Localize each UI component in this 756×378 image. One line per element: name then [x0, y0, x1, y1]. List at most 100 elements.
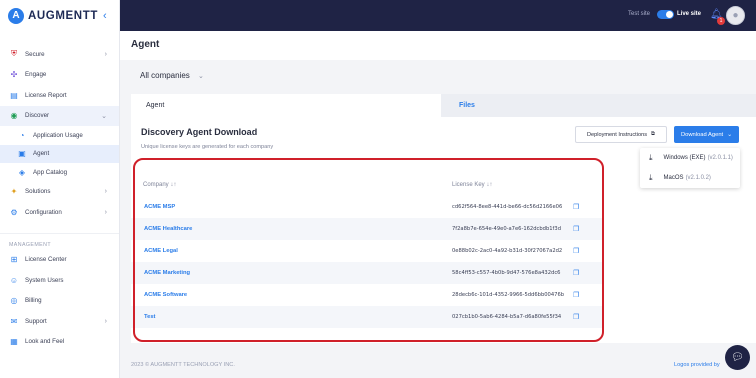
report-icon: ▤ [10, 90, 18, 100]
sidebar-item-label: Billing [25, 297, 42, 305]
sidebar-item-label: Discover [25, 112, 50, 120]
sidebar: A AUGMENTT ‹ ⛨ Secure › ✣ Engage ▤ Licen… [0, 0, 120, 378]
table-row: ACME Legal 0e88b02c-2ac0-4a92-b31d-30f27… [131, 240, 603, 262]
agent-icon: ▣ [18, 149, 26, 159]
copy-icon[interactable]: ❐ [573, 203, 579, 211]
tab-agent[interactable]: Agent [131, 94, 441, 117]
company-select-value: All companies [140, 71, 190, 80]
table-row: ACME Healthcare 7f2a8b7e-654e-49e0-a7e6-… [131, 218, 603, 240]
download-agent-label: Download Agent [680, 131, 724, 138]
brand-name: AUGMENTT [28, 9, 98, 22]
company-link[interactable]: ACME Software [144, 292, 187, 298]
chevron-right-icon: › [104, 317, 107, 325]
sidebar-item-label: Secure [25, 50, 45, 58]
license-key: 28decb6c-101d-4352-9966-5dd6bb00476b [452, 292, 565, 298]
card-title: Discovery Agent Download [141, 127, 258, 137]
sidebar-item-label: Engage [25, 71, 47, 79]
sidebar-item-label: App Catalog [33, 168, 68, 176]
copy-icon[interactable]: ❐ [573, 291, 579, 299]
solutions-icon: ✦ [10, 187, 18, 197]
topbar: Test site Live site 🔔︎ 1 ● [120, 0, 756, 31]
pie-icon: ◔ [19, 130, 25, 140]
sidebar-item-billing[interactable]: ◎ Billing [0, 291, 119, 312]
tabs: Agent Files [131, 94, 756, 117]
download-windows-option[interactable]: ⤓ Windows (EXE) (v2.0.1.1) [640, 148, 740, 168]
download-icon: ⤓ [649, 173, 653, 182]
download-icon: ⤓ [649, 153, 653, 162]
avatar[interactable]: ● [726, 6, 745, 25]
company-select[interactable]: All companies ⌄ [140, 71, 204, 80]
sidebar-item-label: System Users [25, 276, 64, 284]
shield-icon: ⛨ [11, 49, 17, 59]
company-link[interactable]: ACME MSP [144, 204, 175, 210]
col-key-header[interactable]: License Key ↓↑ [452, 182, 492, 188]
sidebar-item-label: Solutions [25, 188, 51, 196]
tab-files[interactable]: Files [441, 94, 756, 117]
chevron-right-icon: › [104, 208, 107, 216]
company-link[interactable]: ACME Marketing [144, 270, 190, 276]
sidebar-item-support[interactable]: ✉ Support › [0, 311, 119, 332]
sidebar-item-solutions[interactable]: ✦ Solutions › [0, 182, 119, 203]
sidebar-item-app-catalog[interactable]: ◈ App Catalog [0, 163, 119, 182]
chevron-right-icon: › [104, 50, 107, 58]
sidebar-nav: ⛨ Secure › ✣ Engage ▤ License Report ◉ D… [0, 31, 119, 352]
copy-icon[interactable]: ❐ [573, 225, 579, 233]
table-header: Company ↓↑ License Key ↓↑ [131, 173, 603, 196]
users-icon: ☺ [9, 275, 19, 285]
site-toggle[interactable] [657, 10, 674, 19]
table-row: ACME Software 28decb6c-101d-4352-9966-5d… [131, 284, 603, 306]
billing-icon: ◎ [10, 296, 18, 306]
brand[interactable]: A AUGMENTT ‹ [0, 0, 119, 31]
download-macos-option[interactable]: ⤓ MacOS (v2.1.0.2) [640, 168, 740, 188]
sidebar-item-secure[interactable]: ⛨ Secure › [0, 44, 119, 65]
sidebar-item-agent[interactable]: ▣ Agent [0, 144, 119, 163]
deployment-instructions-button[interactable]: Deployment Instructions ⧉ [575, 126, 667, 143]
chat-icon[interactable]: 💬︎ [725, 345, 750, 370]
table-row: ACME Marketing 58c4ff53-c557-4b0b-9d47-5… [131, 262, 603, 284]
sidebar-item-engage[interactable]: ✣ Engage [0, 65, 119, 86]
table-row: ACME MSP cd62f564-8ee8-441d-be66-dc56d21… [131, 196, 603, 218]
live-site-label: Live site [677, 11, 702, 17]
chevron-down-icon: ⌄ [198, 73, 204, 80]
license-key: 027cb1b0-5ab6-4284-b5a7-d6a80fe55f34 [452, 314, 562, 320]
sidebar-item-license-report[interactable]: ▤ License Report [0, 85, 119, 106]
sidebar-item-license-center[interactable]: ⊞ License Center [0, 250, 119, 271]
download-dropdown: ⤓ Windows (EXE) (v2.0.1.1) ⤓ MacOS (v2.1… [640, 148, 740, 188]
sidebar-item-label: Look and Feel [25, 338, 65, 346]
collapse-sidebar-icon[interactable]: ‹ [103, 10, 107, 22]
sidebar-item-label: Configuration [25, 208, 62, 216]
sidebar-item-label: Agent [33, 150, 50, 158]
sidebar-item-label: Support [25, 317, 47, 325]
option-label: Windows (EXE) [663, 155, 706, 161]
option-version: (v2.0.1.1) [707, 155, 733, 161]
download-agent-button[interactable]: Download Agent ⌄ [674, 126, 739, 143]
copy-icon[interactable]: ❐ [573, 247, 579, 255]
copy-icon[interactable]: ❐ [573, 269, 579, 277]
footer-copyright: 2023 © AUGMENTT TECHNOLOGY INC. [131, 362, 235, 368]
option-label: MacOS [663, 175, 684, 181]
footer-logos-link[interactable]: Logos provided by [674, 362, 720, 368]
company-link[interactable]: ACME Healthcare [144, 226, 192, 232]
sort-icon: ↓↑ [170, 181, 177, 188]
sidebar-item-label: License Report [25, 91, 67, 99]
sidebar-item-look-and-feel[interactable]: ▦ Look and Feel [0, 332, 119, 353]
copy-icon[interactable]: ❐ [573, 313, 579, 321]
deployment-instructions-label: Deployment Instructions [586, 131, 647, 138]
col-company-header[interactable]: Company ↓↑ [143, 182, 176, 188]
table-row: Test 027cb1b0-5ab6-4284-b5a7-d6a80fe55f3… [131, 306, 603, 328]
sidebar-item-discover[interactable]: ◉ Discover ⌄ [0, 105, 119, 126]
sidebar-item-label: License Center [25, 256, 67, 264]
company-link[interactable]: Test [144, 314, 156, 320]
support-icon: ✉ [10, 316, 18, 326]
sidebar-item-application-usage[interactable]: ◔ Application Usage [0, 126, 119, 145]
look-icon: ▦ [10, 337, 18, 347]
company-link[interactable]: ACME Legal [144, 248, 178, 254]
gear-icon: ⚙ [10, 207, 18, 217]
page-header: Agent [120, 31, 756, 60]
catalog-icon: ◈ [18, 167, 26, 177]
license-icon: ⊞ [10, 255, 18, 265]
sidebar-item-configuration[interactable]: ⚙ Configuration › [0, 202, 119, 223]
license-table: Company ↓↑ License Key ↓↑ ACME MSP cd62f… [131, 173, 603, 328]
sidebar-item-system-users[interactable]: ☺ System Users [0, 270, 119, 291]
page-title: Agent [131, 39, 160, 50]
